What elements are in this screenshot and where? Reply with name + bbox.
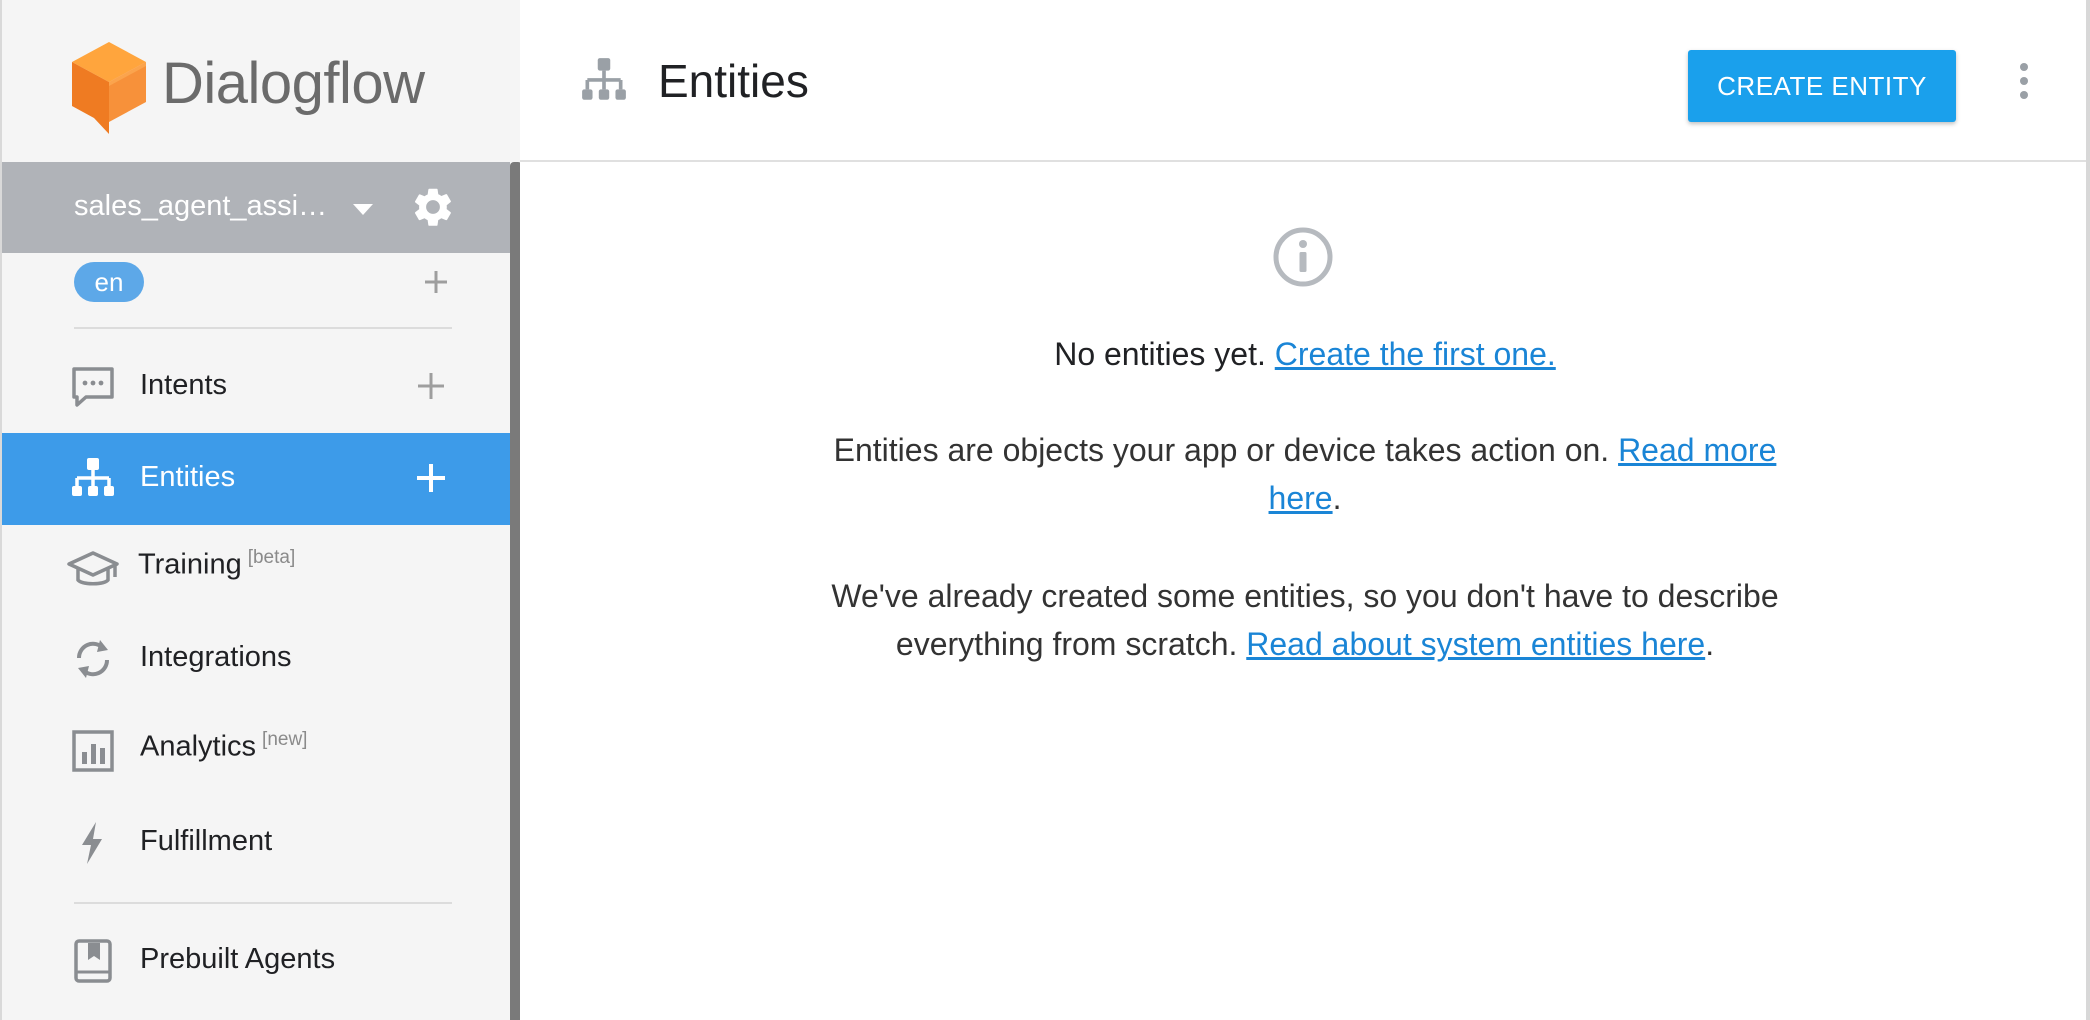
sidebar-item-label: Integrations xyxy=(140,641,292,673)
caret-down-icon[interactable] xyxy=(350,200,376,218)
add-entity-icon[interactable] xyxy=(414,461,448,495)
sidebar-item-label: Fulfillment xyxy=(140,825,273,857)
sidebar-item-label: Entities xyxy=(140,461,236,493)
agent-name[interactable]: sales_agent_assist... xyxy=(74,190,334,223)
new-tag: [new] xyxy=(262,729,308,750)
sidebar-item-label: Intents xyxy=(140,369,228,401)
hierarchy-icon xyxy=(72,458,114,496)
main-content: Entities CREATE ENTITY No entities yet. … xyxy=(520,0,2090,1020)
sidebar: Dialogflow sales_agent_assist... en Inte… xyxy=(0,0,522,1020)
system-entities-description: We've already created some entities, so … xyxy=(831,578,1779,662)
dialogflow-console: Dialogflow sales_agent_assist... en Inte… xyxy=(0,0,2090,1020)
sync-icon xyxy=(76,640,110,678)
info-icon xyxy=(1273,227,1333,287)
empty-message: No entities yet. Create the first one. xyxy=(1054,336,1556,372)
more-vert-icon[interactable] xyxy=(2004,60,2044,102)
book-icon xyxy=(74,939,112,983)
create-first-entity-link[interactable]: Create the first one. xyxy=(1275,336,1556,372)
dialogflow-logo-icon xyxy=(72,42,146,134)
divider xyxy=(74,902,452,904)
sidebar-item-label: Training [beta] xyxy=(138,547,296,581)
page-header: Entities CREATE ENTITY xyxy=(520,0,2090,162)
create-entity-button[interactable]: CREATE ENTITY xyxy=(1688,50,1956,122)
system-entities-link[interactable]: Read about system entities here xyxy=(1246,626,1705,662)
chat-bubble-icon xyxy=(72,367,114,407)
bar-chart-icon xyxy=(72,730,114,772)
page-title: Entities xyxy=(658,55,809,107)
add-intent-icon[interactable] xyxy=(414,369,448,403)
lightning-bolt-icon xyxy=(82,822,102,864)
sidebar-item-intents[interactable]: Intents xyxy=(2,341,510,433)
window-edge xyxy=(2086,0,2090,1020)
sidebar-item-prebuilt-agents[interactable]: Prebuilt Agents xyxy=(2,915,510,1007)
beta-tag: [beta] xyxy=(247,547,296,568)
sidebar-item-label: Analytics [new] xyxy=(140,729,308,763)
sidebar-item-fulfillment[interactable]: Fulfillment xyxy=(2,797,510,889)
sidebar-item-analytics[interactable]: Analytics [new] xyxy=(2,705,510,797)
gear-icon[interactable] xyxy=(410,184,456,230)
graduation-cap-icon xyxy=(67,551,119,586)
logo[interactable]: Dialogflow xyxy=(2,0,522,162)
divider xyxy=(74,327,452,329)
sidebar-nav: sales_agent_assist... en Intents Entitie… xyxy=(2,162,522,1020)
sidebar-item-entities[interactable]: Entities xyxy=(2,433,510,525)
brand-name: Dialogflow xyxy=(162,51,425,116)
add-language-icon[interactable] xyxy=(420,266,452,298)
hierarchy-icon xyxy=(582,58,626,100)
entities-description: Entities are objects your app or device … xyxy=(833,432,1777,516)
agent-selector[interactable]: sales_agent_assist... xyxy=(2,162,510,253)
sidebar-item-integrations[interactable]: Integrations xyxy=(2,613,510,705)
language-badge[interactable]: en xyxy=(74,262,144,302)
sidebar-item-label: Prebuilt Agents xyxy=(140,943,336,975)
sidebar-item-training[interactable]: Training [beta] xyxy=(2,525,510,617)
